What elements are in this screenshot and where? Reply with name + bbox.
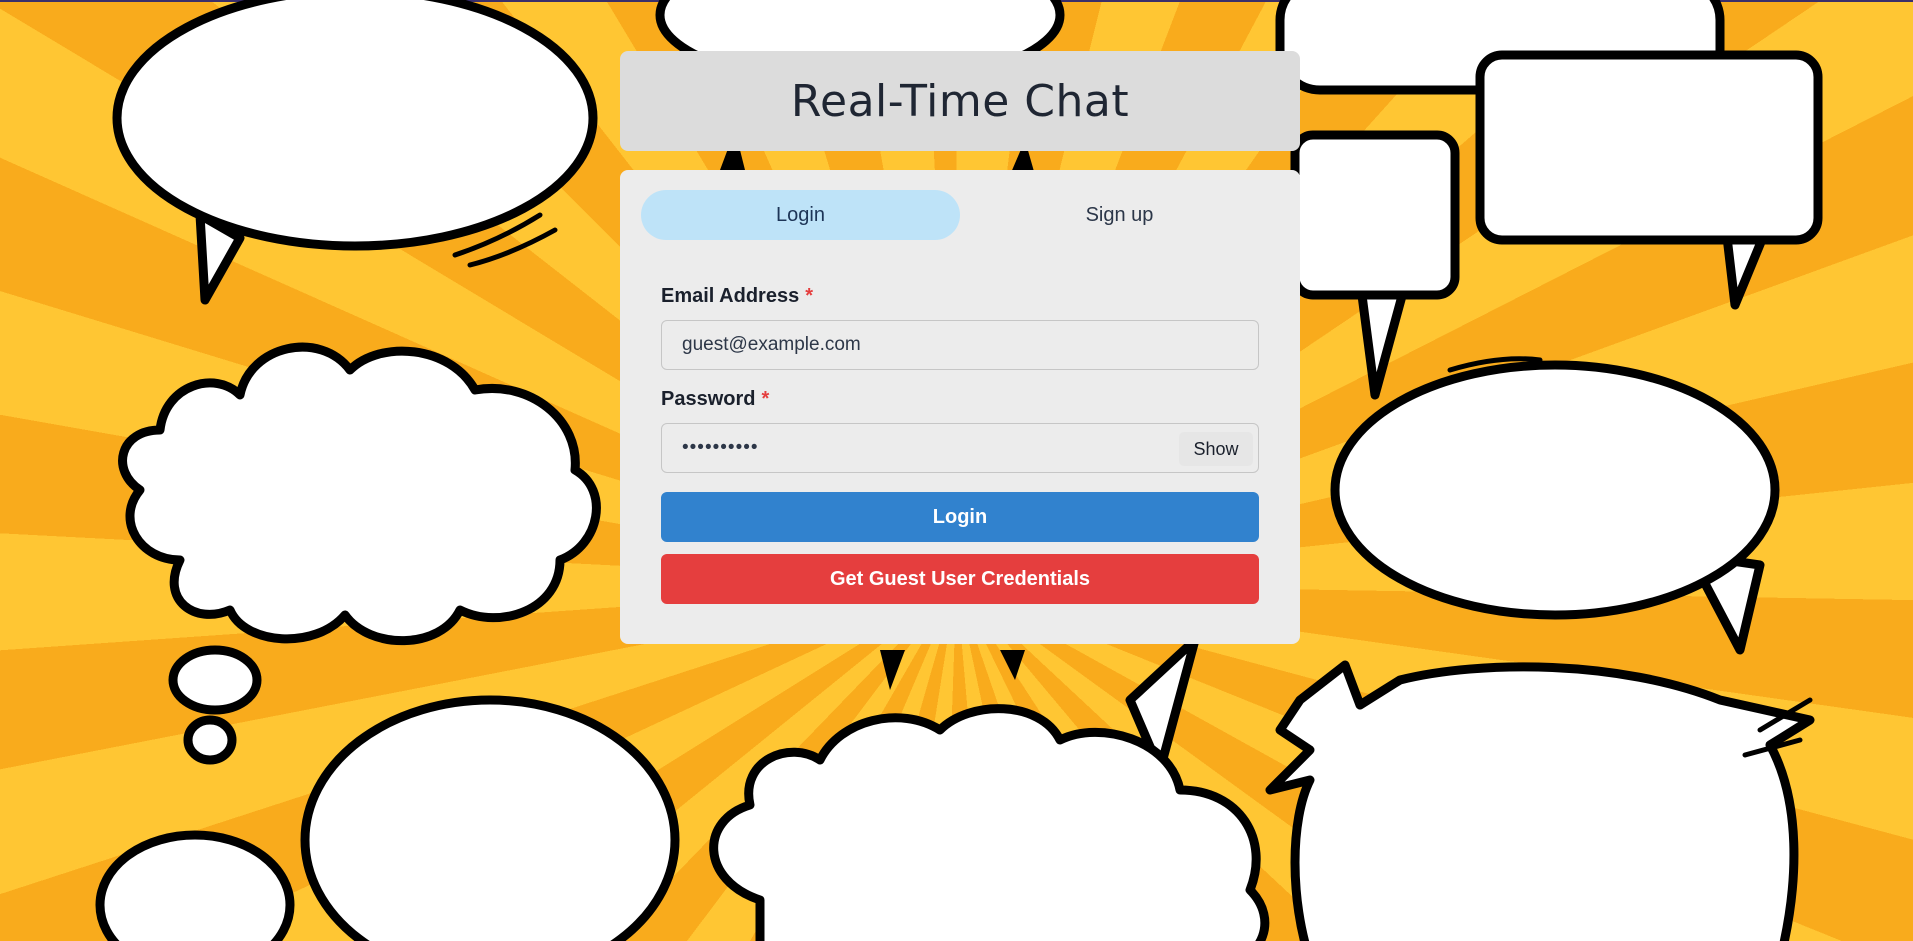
password-label: Password *	[661, 388, 769, 411]
tab-login[interactable]: Login	[641, 190, 960, 240]
password-field-value: ••••••••••	[682, 437, 759, 458]
required-marker: *	[761, 388, 770, 410]
required-marker: *	[805, 285, 813, 307]
app-header: Real-Time Chat	[620, 51, 1300, 151]
show-password-button[interactable]: Show	[1179, 432, 1253, 466]
email-field-value: guest@example.com	[682, 334, 861, 355]
auth-card: Login Sign up Email Address * guest@examp…	[620, 170, 1300, 644]
tab-signup[interactable]: Sign up	[960, 190, 1279, 240]
password-field[interactable]: •••••••••• Show	[661, 423, 1259, 473]
email-label: Email Address *	[661, 285, 813, 308]
auth-tabs: Login Sign up	[641, 190, 1279, 240]
password-label-text: Password	[661, 388, 756, 410]
app-title: Real-Time Chat	[790, 75, 1130, 127]
guest-credentials-button[interactable]: Get Guest User Credentials	[661, 554, 1259, 604]
email-field[interactable]: guest@example.com	[661, 320, 1259, 370]
login-button[interactable]: Login	[661, 492, 1259, 542]
email-label-text: Email Address	[661, 285, 800, 307]
